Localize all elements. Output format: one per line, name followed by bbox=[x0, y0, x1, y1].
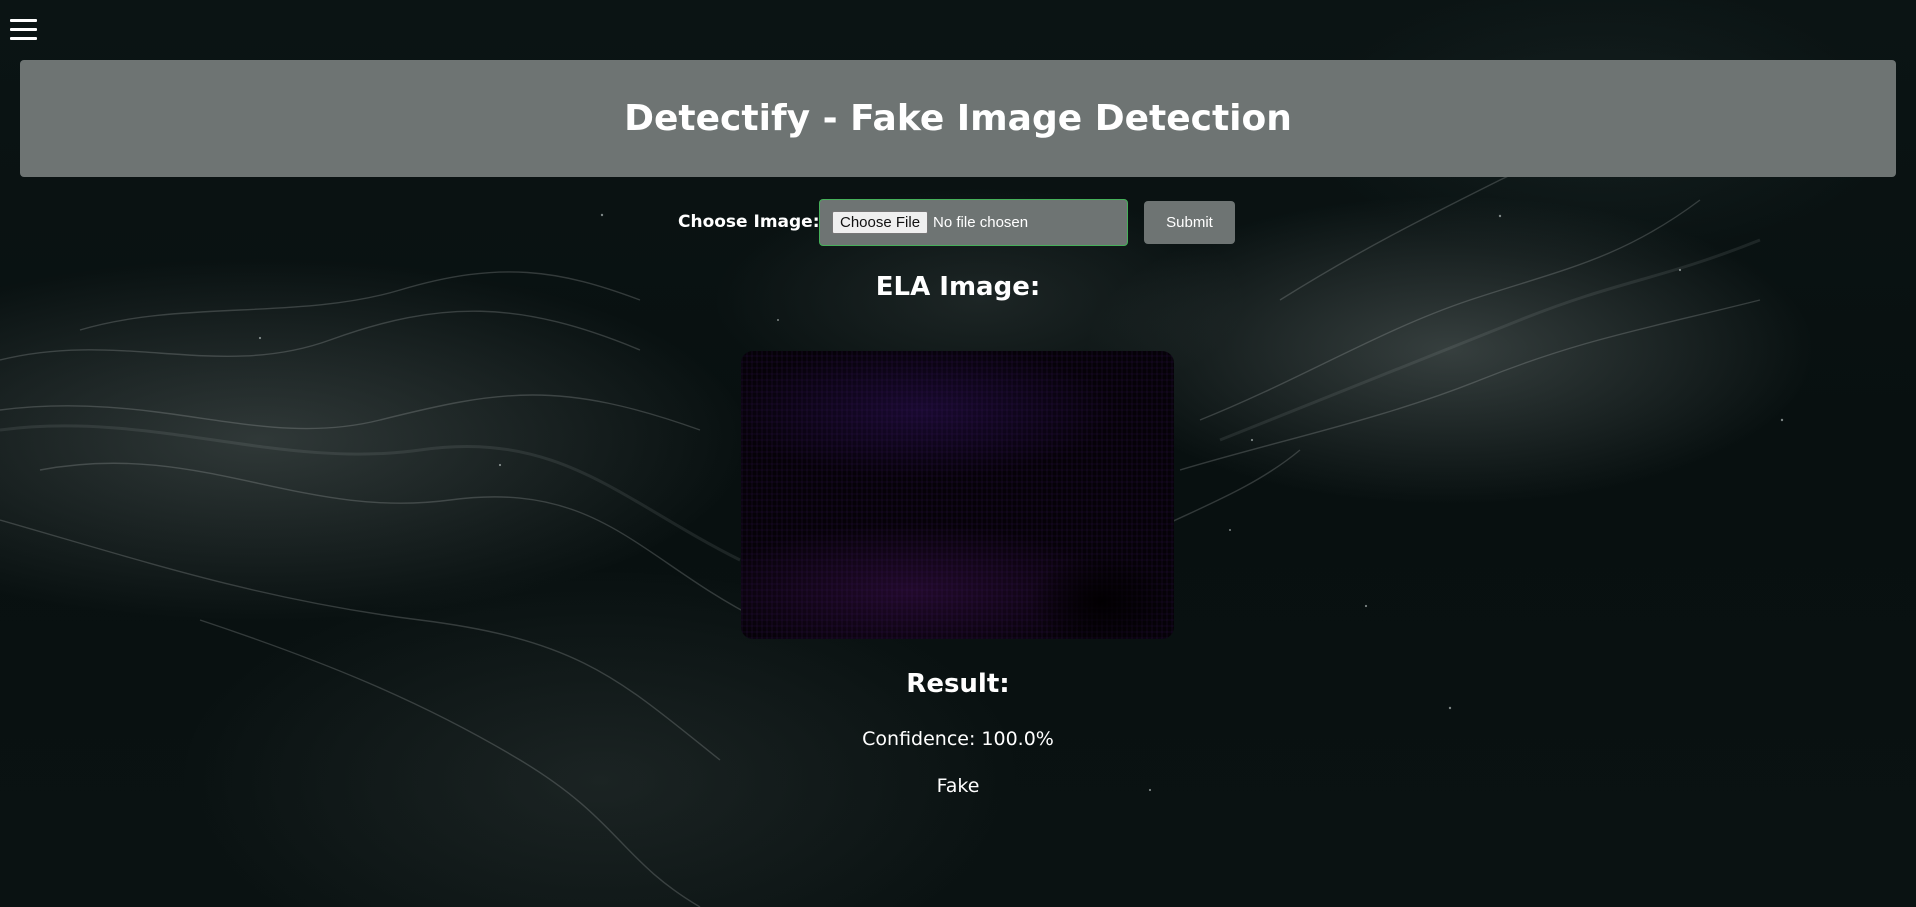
verdict-text: Fake bbox=[936, 775, 980, 797]
submit-button[interactable]: Submit bbox=[1144, 201, 1235, 244]
choose-file-button[interactable]: Choose File bbox=[832, 211, 929, 234]
upload-form: Choose Image: Choose File No file chosen… bbox=[0, 198, 1916, 246]
choose-image-label: Choose Image: bbox=[678, 212, 820, 232]
hamburger-menu-icon[interactable] bbox=[10, 16, 38, 44]
confidence-text: Confidence: 100.0% bbox=[862, 728, 1054, 750]
file-input[interactable]: Choose File No file chosen bbox=[819, 199, 1128, 246]
ela-image-heading: ELA Image: bbox=[875, 272, 1041, 302]
page-title: Detectify - Fake Image Detection bbox=[624, 98, 1292, 139]
ela-image bbox=[741, 351, 1174, 639]
result-heading: Result: bbox=[906, 669, 1010, 699]
page-header: Detectify - Fake Image Detection bbox=[20, 60, 1896, 177]
file-status-text: No file chosen bbox=[933, 214, 1029, 231]
